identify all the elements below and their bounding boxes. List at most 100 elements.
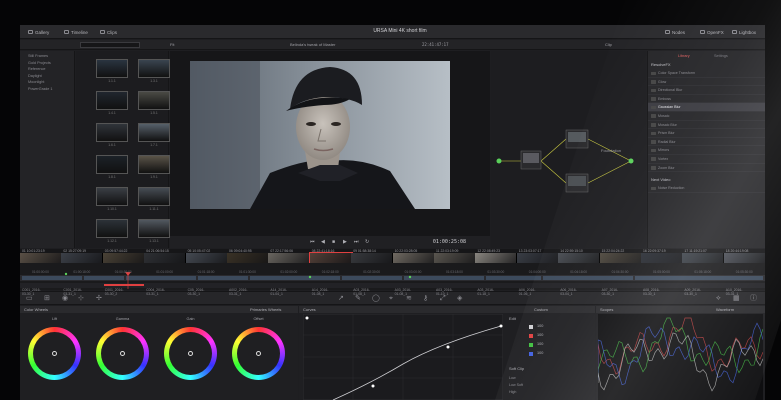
gallery-stills: 1.1.1 1.3.1 1.4.1 1.5.1 1.6.1 1.7.1 1.8.1 1.9.1…	[76, 51, 170, 248]
gallery-still[interactable]	[96, 155, 128, 174]
openfx-tab[interactable]: OpenFX	[700, 28, 724, 36]
fx-item[interactable]: Color Space Transform	[648, 69, 765, 78]
fx-item[interactable]: Mosaic	[648, 112, 765, 121]
gallery-still[interactable]	[138, 219, 170, 238]
timeline-canvas	[20, 272, 765, 289]
gallery-still[interactable]	[96, 91, 128, 110]
fx-item[interactable]: Radial Blur	[648, 138, 765, 147]
fx-icon	[651, 97, 656, 101]
3d-icon[interactable]: ◈	[457, 295, 462, 302]
color-wheel-lift[interactable]	[28, 327, 81, 380]
gallery-still-label: 1.5.1	[150, 111, 158, 115]
fx-item[interactable]: Noise Reduction	[648, 184, 765, 193]
gallery-slider[interactable]	[80, 42, 140, 48]
curves-mode-dropdown[interactable]: Custom	[534, 306, 548, 313]
openfx-library: Library Settings ResolveFX Color Space T…	[647, 51, 765, 248]
fx-item[interactable]: Vortex	[648, 155, 765, 164]
color-match-icon[interactable]: ⊞	[44, 295, 50, 302]
scopes-icon[interactable]: ▦	[733, 295, 740, 302]
fx-item[interactable]: Prism Blur	[648, 129, 765, 138]
gallery-still[interactable]	[96, 219, 128, 238]
wheel-puck[interactable]	[188, 351, 193, 356]
mini-timeline[interactable]	[20, 263, 765, 290]
gallery-still[interactable]	[96, 187, 128, 206]
color-wheel-gamma[interactable]	[96, 327, 149, 380]
fx-item[interactable]: Mosaic Blur	[648, 121, 765, 130]
wheel-puck[interactable]	[256, 351, 261, 356]
wheel-puck[interactable]	[120, 351, 125, 356]
motion-effects-icon[interactable]: ✢	[96, 295, 102, 302]
blur-icon[interactable]: ≋	[406, 295, 412, 302]
info-icon[interactable]: ⓘ	[750, 295, 757, 302]
curve-channel-row[interactable]: 100	[509, 333, 569, 340]
gallery-still[interactable]	[138, 155, 170, 174]
curve-channel-row[interactable]: 100	[509, 351, 569, 358]
keyframes-icon[interactable]: ⟡	[716, 295, 721, 302]
album-item[interactable]: PowerGrade 1	[20, 86, 74, 93]
waveform-scope	[598, 314, 763, 400]
fx-item[interactable]: Zoom Blur	[648, 164, 765, 173]
sizing-icon[interactable]: ⤢	[440, 295, 446, 302]
fit-dropdown[interactable]: Fit	[170, 42, 174, 47]
camera-raw-icon[interactable]: ▭	[26, 295, 33, 302]
curve-graph[interactable]	[303, 314, 503, 400]
gallery-still[interactable]	[138, 187, 170, 206]
clips-icon	[100, 30, 105, 34]
curves-header: Curves Custom	[299, 306, 595, 313]
qualifier-icon[interactable]: ✎	[355, 295, 361, 302]
gallery-still[interactable]	[138, 91, 170, 110]
channel-swatch	[529, 325, 533, 329]
loop-icon[interactable]: ↻	[365, 239, 369, 245]
wheels-mode-dropdown[interactable]: Primaries Wheels	[250, 306, 281, 313]
timeline-tab[interactable]: Timeline	[64, 28, 88, 36]
skip-back-icon[interactable]: ⏮	[310, 239, 315, 245]
clips-tab[interactable]: Clips	[100, 28, 117, 36]
nodes-tab[interactable]: Nodes	[665, 28, 685, 36]
ruler-mark: 01:03:30:00	[487, 270, 505, 274]
fx-icon	[651, 186, 656, 191]
settings-tab[interactable]: Settings	[714, 54, 728, 58]
gallery-still[interactable]	[138, 123, 170, 142]
curve-channel-row[interactable]: 100	[509, 342, 569, 349]
node-graph: Foundation	[491, 51, 646, 248]
node-label: Foundation	[601, 148, 621, 153]
library-tab[interactable]: Library	[678, 54, 690, 58]
lightbox-tab[interactable]: Lightbox	[732, 28, 756, 36]
fx-item-label: Prism Blur	[658, 131, 675, 136]
gallery-still[interactable]	[96, 59, 128, 78]
lightbox-label: Lightbox	[739, 29, 757, 35]
play-icon[interactable]: ▶	[343, 239, 347, 245]
fx-item[interactable]: Gaussian Blur	[648, 103, 765, 112]
resolve-window: Gallery Timeline Clips URSA Mini 4K shor…	[20, 25, 765, 400]
scope-mode-dropdown[interactable]: Waveform	[716, 306, 734, 313]
tracker-icon[interactable]: ⌖	[389, 295, 393, 302]
rgb-mixer-icon[interactable]: ⊹	[78, 295, 84, 302]
nodes-icon	[665, 30, 670, 34]
fx-item[interactable]: Mirrors	[648, 146, 765, 155]
gallery-tab[interactable]: Gallery	[28, 28, 49, 36]
color-wheels-panel: Color Wheels Primaries Wheels Lift Gamma G…	[20, 306, 298, 400]
resolvefx-section: ResolveFX	[651, 62, 671, 67]
curve-channel-row[interactable]: 100	[509, 324, 569, 331]
channel-value: 100	[537, 324, 544, 328]
fx-item[interactable]: Directional Blur	[648, 86, 765, 95]
color-wheel-offset[interactable]	[232, 327, 285, 380]
gallery-still[interactable]	[138, 59, 170, 78]
skip-forward-icon[interactable]: ⏭	[354, 239, 359, 245]
wheel-puck[interactable]	[52, 351, 57, 356]
rewind-icon[interactable]: ◀	[321, 239, 325, 245]
fx-item[interactable]: Emboss	[648, 95, 765, 104]
curves-icon[interactable]: ↗	[338, 295, 344, 302]
node-graph-canvas[interactable]: Foundation	[491, 51, 646, 248]
color-wheel-gain[interactable]	[164, 327, 217, 380]
channel-value: 100	[537, 342, 544, 346]
color-wheels-icon[interactable]: ◉	[62, 295, 68, 302]
stop-icon[interactable]: ■	[332, 239, 335, 245]
fx-item[interactable]: Glow	[648, 78, 765, 87]
gallery-still[interactable]	[96, 123, 128, 142]
clip-dropdown[interactable]: Clip	[605, 42, 612, 47]
window-icon[interactable]: ◯	[372, 295, 380, 302]
key-icon[interactable]: ⚷	[423, 295, 428, 302]
clip-name: A03_2016-01-08_1	[353, 288, 370, 296]
wheel-label: Lift	[51, 317, 58, 321]
